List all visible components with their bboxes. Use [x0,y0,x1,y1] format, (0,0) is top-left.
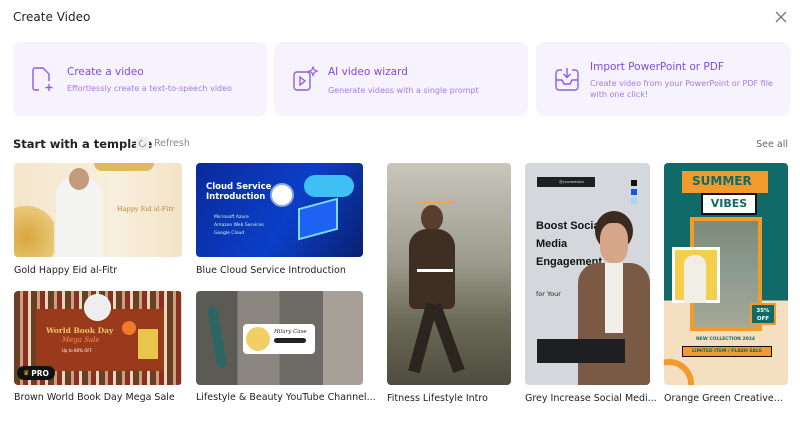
card-title: AI video wizard [328,66,408,78]
thumb-subtitle: for Your [536,290,561,298]
card-title: Import PowerPoint or PDF [590,61,724,73]
dialog-title: Create Video [13,10,91,24]
refresh-label: Refresh [154,138,190,149]
card-subtitle: Create video from your PowerPoint or PDF… [590,79,773,99]
template-label: Lifestyle & Beauty YouTube Channel... [196,392,376,403]
thumb-item: Google Cloud [214,231,245,236]
template-thumbnail: World Book Day Mega Sale Up to 80% OFF ♛… [14,291,182,385]
card-title: Create a video [67,66,144,78]
template-thumbnail: Cloud Service Introduction Microsoft Azu… [196,163,363,257]
thumb-offer: Up to 80% OFF [62,348,92,353]
thumb-title: World Book Day [46,326,114,335]
import-ppt-pdf-card[interactable]: Import PowerPoint or PDF Create video fr… [536,42,790,116]
thumb-offer: 35% OFF [750,303,776,325]
template-thumbnail: Happy Eid al-Fitr [14,163,182,257]
refresh-icon [136,137,149,150]
thumb-title: Happy Eid al-Fitr [117,205,175,213]
crown-icon: ♛ [23,369,30,377]
close-icon[interactable] [774,10,788,24]
template-thumbnail: SUMMER VIBES 35% OFF NEW COLLECTION 2024… [664,163,788,385]
template-label: Grey Increase Social Medi... [525,393,657,404]
new-file-icon [32,67,53,91]
template-thumbnail: @yourwebsite Boost Social Media Engageme… [525,163,650,385]
thumb-item: Microsoft Azure [214,215,249,220]
refresh-button[interactable]: Refresh [136,137,190,150]
thumb-handle: @yourwebsite [537,177,595,187]
pro-badge: ♛ PRO [17,366,55,380]
ai-video-icon [293,66,318,91]
section-heading: Start with a template [13,137,153,151]
thumb-item: Amazon Web Services [214,223,264,228]
template-label: Fitness Lifestyle Intro [387,393,488,404]
thumb-sale: LIMITED ITEM / FLASH SALE [682,346,772,357]
create-video-card[interactable]: Create a video Effortlessly create a tex… [13,42,267,116]
pro-badge-label: PRO [31,368,49,378]
thumb-collection: NEW COLLECTION 2024 [696,337,756,342]
ai-video-wizard-card[interactable]: AI video wizard Generate videos with a s… [274,42,528,116]
template-label: Gold Happy Eid al-Fitr [14,265,118,276]
card-subtitle: Effortlessly create a text-to-speech vid… [67,84,232,93]
template-label: Brown World Book Day Mega Sale [14,392,175,403]
template-label: Orange Green Creative... [664,393,783,404]
template-label: Blue Cloud Service Introduction [196,265,346,276]
template-thumbnail [387,163,511,385]
thumb-title: Hilary Case [274,329,307,335]
template-thumbnail: Hilary Case [196,291,363,385]
import-icon [555,68,579,91]
thumb-subtitle: VIBES [701,193,757,215]
thumb-title: SUMMER [692,174,752,188]
card-subtitle: Generate videos with a single prompt [328,86,479,95]
see-all-link[interactable]: See all [756,139,788,150]
thumb-subtitle: Mega Sale [62,336,100,344]
